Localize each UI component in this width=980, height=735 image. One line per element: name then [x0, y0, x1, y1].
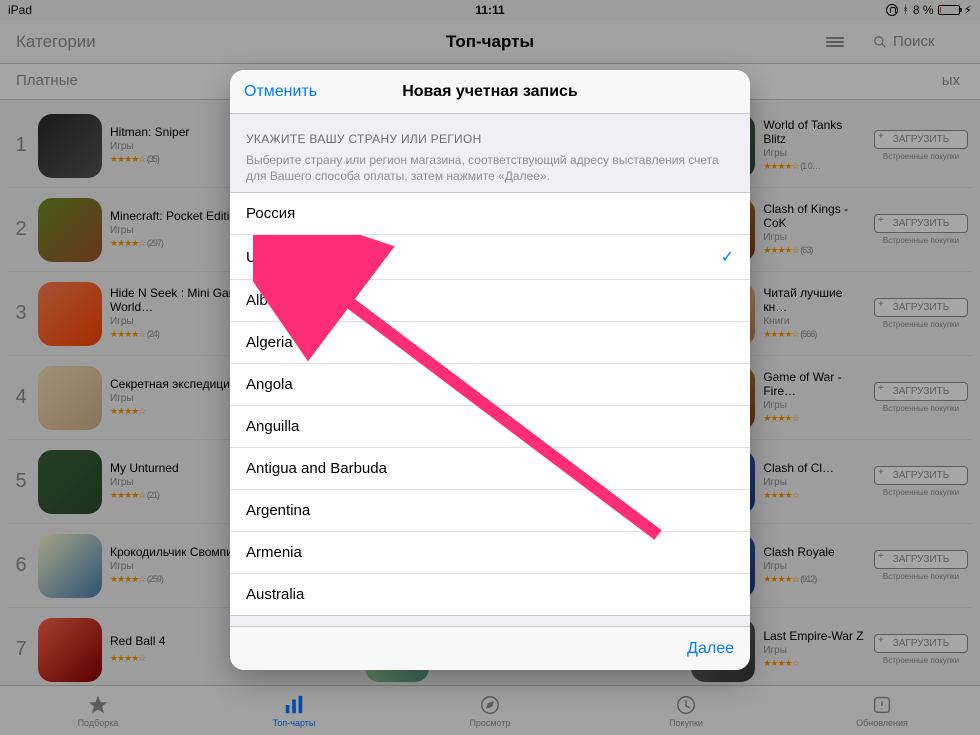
country-row[interactable]: Argentina — [230, 490, 750, 532]
modal-footer: Далее — [230, 626, 750, 670]
country-name: Armenia — [246, 544, 302, 561]
modal-header: Отменить Новая учетная запись — [230, 70, 750, 114]
country-row[interactable]: Algeria — [230, 322, 750, 364]
country-name: Australia — [246, 586, 304, 603]
country-name: Albania — [246, 292, 296, 309]
country-row[interactable]: Angola — [230, 364, 750, 406]
checkmark-icon: ✓ — [721, 247, 734, 267]
country-name: United States — [246, 249, 336, 266]
country-row[interactable]: Antigua and Barbuda — [230, 448, 750, 490]
country-name: Antigua and Barbuda — [246, 460, 387, 477]
country-row[interactable]: Россия — [230, 193, 750, 235]
cancel-button[interactable]: Отменить — [244, 83, 317, 101]
section-title: УКАЖИТЕ ВАШУ СТРАНУ ИЛИ РЕГИОН — [246, 132, 734, 146]
country-name: Algeria — [246, 334, 293, 351]
country-row[interactable]: Armenia — [230, 532, 750, 574]
country-name: Россия — [246, 205, 295, 222]
section-desc: Выберите страну или регион магазина, соо… — [246, 152, 734, 184]
country-name: Argentina — [246, 502, 310, 519]
new-account-modal: Отменить Новая учетная запись УКАЖИТЕ ВА… — [230, 70, 750, 670]
modal-body[interactable]: УКАЖИТЕ ВАШУ СТРАНУ ИЛИ РЕГИОН Выберите … — [230, 114, 750, 626]
country-row[interactable]: Australia — [230, 574, 750, 615]
section-header: УКАЖИТЕ ВАШУ СТРАНУ ИЛИ РЕГИОН Выберите … — [230, 114, 750, 192]
modal-title: Новая учетная запись — [402, 83, 578, 101]
country-row[interactable]: Anguilla — [230, 406, 750, 448]
country-row[interactable]: Albania — [230, 280, 750, 322]
country-name: Anguilla — [246, 418, 299, 435]
country-name: Angola — [246, 376, 293, 393]
country-list: Россия United States ✓ Albania Algeria Angola… — [230, 192, 750, 616]
next-button[interactable]: Далее — [687, 640, 734, 658]
country-row[interactable]: United States ✓ — [230, 235, 750, 280]
